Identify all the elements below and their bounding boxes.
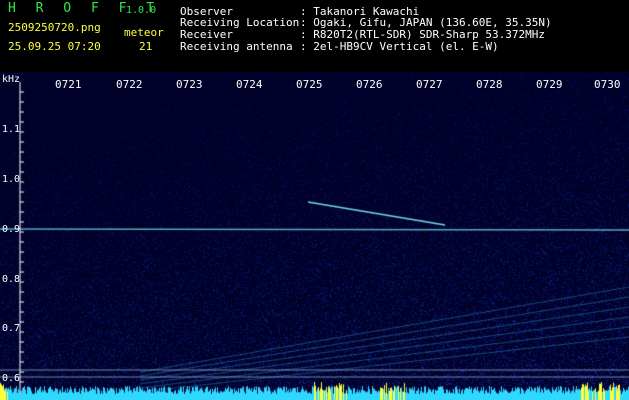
antenna-value: : 2el-HB9CV Vertical (el. E-W) xyxy=(300,40,499,53)
freq-unit-label: kHz xyxy=(2,74,21,85)
time-tick: 0730 xyxy=(594,78,621,91)
freq-tick: 1.1 xyxy=(2,124,21,135)
antenna-label: Receiving antenna xyxy=(180,40,293,53)
header-panel: H R O F F T 1.0.0 2509250720.png 25.09.2… xyxy=(0,0,629,72)
time-tick: 0725 xyxy=(296,78,323,91)
time-tick: 0723 xyxy=(176,78,203,91)
freq-tick: 0.6 xyxy=(2,373,21,384)
meteor-label: meteor xyxy=(124,26,164,39)
file-name: 2509250720.png xyxy=(8,21,101,34)
spectrogram xyxy=(0,72,629,400)
time-tick: 0728 xyxy=(476,78,503,91)
freq-tick: 1.0 xyxy=(2,174,21,185)
meteor-count: 21 xyxy=(139,40,153,53)
time-tick: 0727 xyxy=(416,78,443,91)
app-version: 1.0.0 xyxy=(126,5,157,16)
time-tick: 0724 xyxy=(236,78,263,91)
time-tick: 0729 xyxy=(536,78,563,91)
freq-tick: 0.8 xyxy=(2,274,21,285)
file-datetime: 25.09.25 07:20 xyxy=(8,40,101,53)
freq-tick: 0.9 xyxy=(2,224,21,235)
time-tick: 0721 xyxy=(55,78,82,91)
time-tick: 0722 xyxy=(116,78,143,91)
freq-tick: 0.7 xyxy=(2,323,21,334)
time-tick: 0726 xyxy=(356,78,383,91)
